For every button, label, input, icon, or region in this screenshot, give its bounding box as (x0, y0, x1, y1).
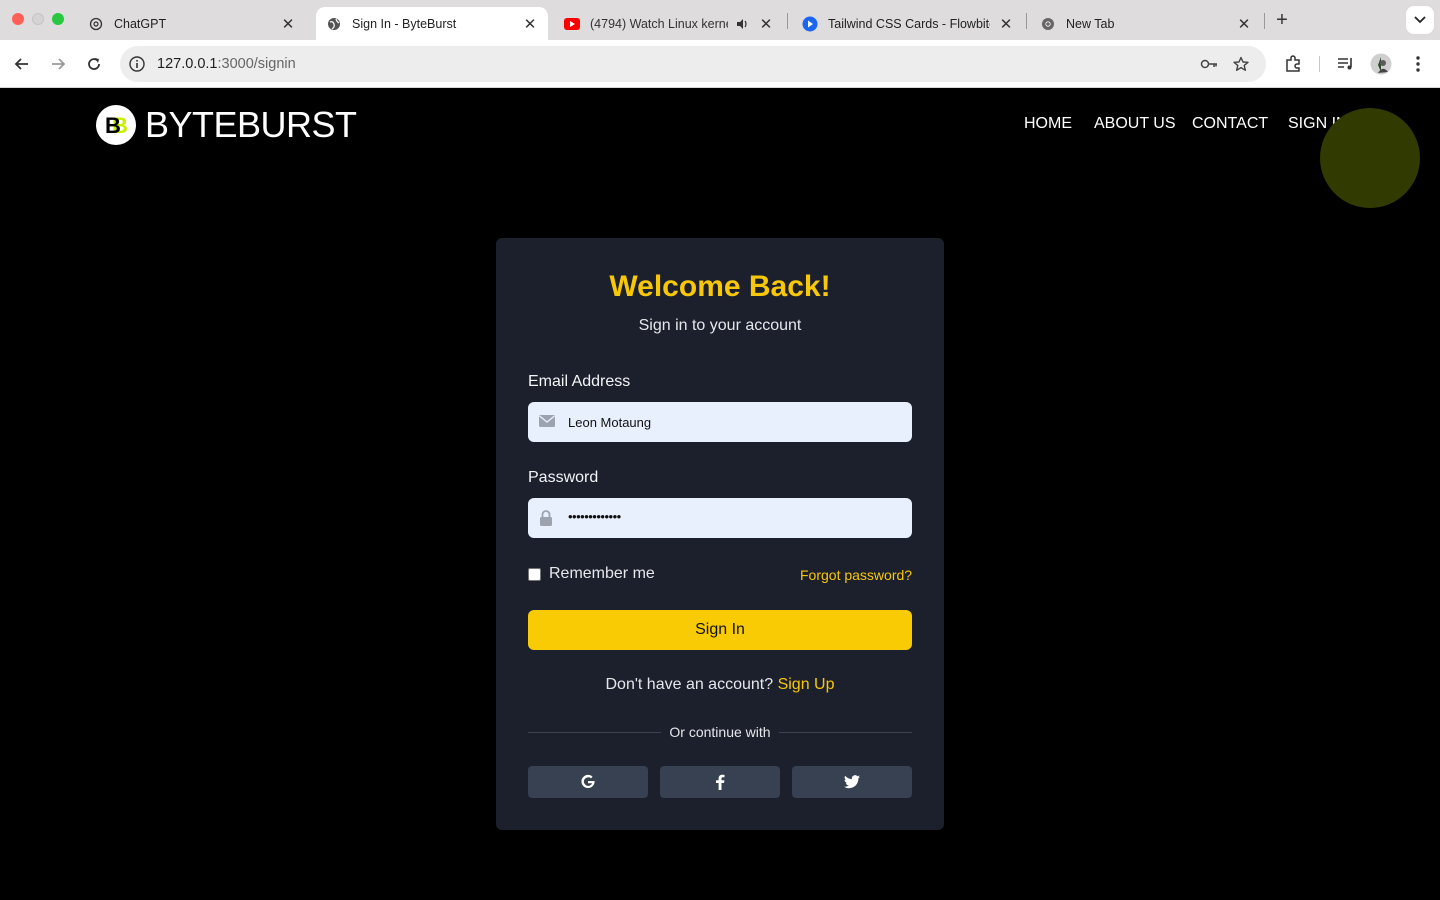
email-value: Leon Motaung (568, 415, 652, 430)
arrow-left-icon (14, 58, 28, 70)
logo-text: BYTEBURST (145, 104, 357, 145)
globe-icon (326, 16, 342, 32)
close-tab-icon[interactable]: ✕ (1236, 16, 1252, 33)
close-tab-icon[interactable]: ✕ (280, 16, 296, 33)
browser-tab-bar: ChatGPT ✕ Sign In - ByteBurst ✕ (4794) W… (0, 0, 1440, 40)
site-info-icon[interactable] (129, 56, 145, 72)
nav-home[interactable]: HOME (1024, 115, 1072, 133)
bookmark-star-icon[interactable] (1232, 55, 1250, 73)
password-field[interactable]: ••••••••••••• (528, 498, 912, 538)
twitter-icon (844, 775, 860, 789)
chrome-icon (1040, 16, 1056, 32)
media-control-icon[interactable] (1335, 53, 1357, 75)
key-icon[interactable] (1200, 55, 1218, 73)
welcome-subtitle: Sign in to your account (638, 317, 802, 334)
remember-me-checkbox[interactable] (528, 567, 541, 581)
chevron-down-icon (1414, 16, 1426, 24)
facebook-icon (716, 774, 725, 790)
tab-title: Tailwind CSS Cards - Flowbite (828, 16, 990, 31)
page: BB BYTEBURST HOME ABOUT US CONTACT SIGN … (0, 88, 1440, 900)
flowbite-icon (802, 16, 818, 32)
tab-title: (4794) Watch Linux kerne (590, 16, 728, 31)
nav-about-us[interactable]: ABOUT US (1094, 115, 1176, 133)
close-tab-icon[interactable]: ✕ (758, 16, 774, 33)
maximize-window-button[interactable] (52, 13, 64, 25)
tab-title: ChatGPT (114, 16, 167, 31)
divider-label: Or continue with (496, 724, 944, 742)
lock-icon (539, 510, 555, 526)
extensions-icon[interactable] (1282, 53, 1304, 75)
byteburst-logo-icon: BB (96, 105, 136, 145)
nav-contact[interactable]: CONTACT (1192, 115, 1268, 133)
tab-separator (1264, 13, 1265, 29)
reload-icon (88, 58, 100, 70)
tab-chatgpt[interactable]: ChatGPT ✕ (78, 7, 306, 40)
signup-prompt: Don't have an account? Sign Up (496, 676, 944, 694)
toolbar-separator (1319, 56, 1320, 72)
welcome-title: Welcome Back! (609, 270, 831, 303)
tab-title: New Tab (1066, 16, 1115, 31)
youtube-icon (564, 16, 580, 32)
sign-in-button[interactable]: Sign In (528, 610, 912, 650)
signin-card: Welcome Back! Sign in to your account Em… (496, 238, 944, 830)
tab-new-tab[interactable]: New Tab ✕ (1030, 7, 1262, 40)
divider-text: Or continue with (661, 724, 779, 740)
tab-signin-byteburst[interactable]: Sign In - ByteBurst ✕ (316, 7, 548, 40)
envelope-icon (539, 414, 555, 430)
email-label: Email Address (528, 373, 631, 390)
forgot-password-link[interactable]: Forgot password? (800, 567, 912, 583)
facebook-signin-button[interactable] (660, 766, 780, 798)
password-label: Password (528, 469, 599, 486)
back-button[interactable] (10, 52, 34, 76)
tab-search-button[interactable] (1406, 6, 1434, 34)
minimize-window-button[interactable] (32, 13, 44, 25)
address-bar[interactable]: 127.0.0.1:3000/signin (120, 46, 1266, 82)
site-logo[interactable]: BB BYTEBURST (96, 104, 357, 146)
tab-separator (1026, 13, 1027, 29)
reload-button[interactable] (82, 52, 106, 76)
decorative-circle (1320, 108, 1420, 208)
url-text[interactable]: 127.0.0.1:3000/signin (157, 56, 296, 72)
close-tab-icon[interactable]: ✕ (522, 16, 538, 33)
tab-youtube[interactable]: (4794) Watch Linux kerne ✕ (554, 7, 784, 40)
arrow-right-icon (52, 58, 66, 70)
speaker-icon[interactable] (734, 16, 750, 32)
email-field[interactable]: Leon Motaung (528, 402, 912, 442)
twitter-signin-button[interactable] (792, 766, 912, 798)
tab-title: Sign In - ByteBurst (352, 16, 457, 31)
forward-button[interactable] (46, 52, 70, 76)
no-account-text: Don't have an account? (605, 676, 774, 693)
chatgpt-icon (88, 16, 104, 32)
close-tab-icon[interactable]: ✕ (998, 16, 1014, 33)
password-value: ••••••••••••• (568, 509, 621, 524)
remember-me-label[interactable]: Remember me (549, 565, 655, 583)
google-icon (581, 774, 595, 789)
new-tab-button[interactable]: + (1272, 9, 1292, 31)
tab-separator (787, 13, 788, 29)
browser-toolbar: 127.0.0.1:3000/signin (0, 40, 1440, 88)
google-signin-button[interactable] (528, 766, 648, 798)
profile-avatar[interactable] (1370, 53, 1392, 75)
tab-flowbite[interactable]: Tailwind CSS Cards - Flowbite ✕ (792, 7, 1024, 40)
remember-me[interactable]: Remember me (528, 565, 655, 583)
close-window-button[interactable] (12, 13, 24, 25)
sign-up-link[interactable]: Sign Up (778, 676, 835, 693)
more-options-icon[interactable] (1407, 53, 1429, 75)
